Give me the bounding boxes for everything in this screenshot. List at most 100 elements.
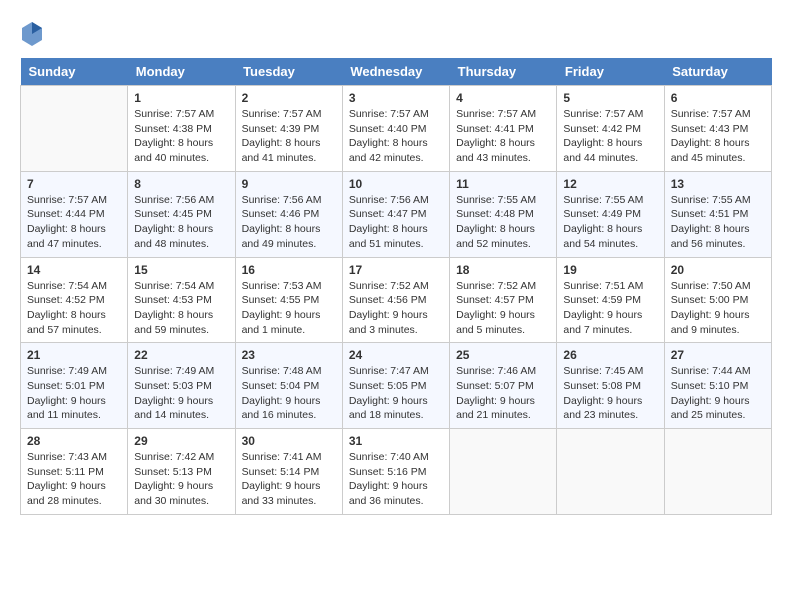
day-info: Sunrise: 7:57 AM Sunset: 4:41 PM Dayligh… — [456, 107, 550, 166]
day-info: Sunrise: 7:57 AM Sunset: 4:42 PM Dayligh… — [563, 107, 657, 166]
calendar-cell: 14 Sunrise: 7:54 AM Sunset: 4:52 PM Dayli… — [21, 257, 128, 343]
day-info: Sunrise: 7:48 AM Sunset: 5:04 PM Dayligh… — [242, 364, 336, 423]
day-info: Sunrise: 7:44 AM Sunset: 5:10 PM Dayligh… — [671, 364, 765, 423]
calendar-cell: 8 Sunrise: 7:56 AM Sunset: 4:45 PM Daylig… — [128, 171, 235, 257]
day-info: Sunrise: 7:56 AM Sunset: 4:45 PM Dayligh… — [134, 193, 228, 252]
day-info: Sunrise: 7:56 AM Sunset: 4:47 PM Dayligh… — [349, 193, 443, 252]
calendar-cell: 13Sunrise: 7:55 AM Sunset: 4:51 PM Dayli… — [664, 171, 771, 257]
day-number: 14 — [27, 263, 121, 277]
day-info: Sunrise: 7:52 AM Sunset: 4:56 PM Dayligh… — [349, 279, 443, 338]
day-info: Sunrise: 7:46 AM Sunset: 5:07 PM Dayligh… — [456, 364, 550, 423]
calendar-cell: 21 Sunrise: 7:49 AM Sunset: 5:01 PM Dayli… — [21, 343, 128, 429]
calendar-cell: 19Sunrise: 7:51 AM Sunset: 4:59 PM Dayli… — [557, 257, 664, 343]
day-number: 25 — [456, 348, 550, 362]
calendar-cell: 24 Sunrise: 7:47 AM Sunset: 5:05 PM Dayli… — [342, 343, 449, 429]
calendar-cell — [664, 429, 771, 515]
calendar-cell — [21, 86, 128, 172]
day-number: 7 — [27, 177, 121, 191]
calendar-cell: 30Sunrise: 7:41 AM Sunset: 5:14 PM Dayli… — [235, 429, 342, 515]
day-info: Sunrise: 7:57 AM Sunset: 4:44 PM Dayligh… — [27, 193, 121, 252]
day-number: 20 — [671, 263, 765, 277]
calendar-cell: 18Sunrise: 7:52 AM Sunset: 4:57 PM Dayli… — [450, 257, 557, 343]
day-of-week-header: Sunday — [21, 58, 128, 86]
day-info: Sunrise: 7:50 AM Sunset: 5:00 PM Dayligh… — [671, 279, 765, 338]
day-of-week-header: Wednesday — [342, 58, 449, 86]
calendar-cell: 16 Sunrise: 7:53 AM Sunset: 4:55 PM Dayli… — [235, 257, 342, 343]
day-info: Sunrise: 7:53 AM Sunset: 4:55 PM Dayligh… — [242, 279, 336, 338]
day-info: Sunrise: 7:54 AM Sunset: 4:52 PM Dayligh… — [27, 279, 121, 338]
calendar-cell: 15 Sunrise: 7:54 AM Sunset: 4:53 PM Dayli… — [128, 257, 235, 343]
day-number: 21 — [27, 348, 121, 362]
day-info: Sunrise: 7:49 AM Sunset: 5:03 PM Dayligh… — [134, 364, 228, 423]
calendar-cell: 1 Sunrise: 7:57 AM Sunset: 4:38 PM Daylig… — [128, 86, 235, 172]
calendar-week-row: 1 Sunrise: 7:57 AM Sunset: 4:38 PM Daylig… — [21, 86, 772, 172]
day-of-week-header: Tuesday — [235, 58, 342, 86]
day-info: Sunrise: 7:45 AM Sunset: 5:08 PM Dayligh… — [563, 364, 657, 423]
day-info: Sunrise: 7:41 AM Sunset: 5:14 PM Dayligh… — [242, 450, 336, 509]
logo — [20, 20, 48, 48]
day-number: 4 — [456, 91, 550, 105]
day-number: 16 — [242, 263, 336, 277]
day-number: 12 — [563, 177, 657, 191]
day-number: 13 — [671, 177, 765, 191]
day-number: 1 — [134, 91, 228, 105]
day-info: Sunrise: 7:57 AM Sunset: 4:40 PM Dayligh… — [349, 107, 443, 166]
day-number: 5 — [563, 91, 657, 105]
day-info: Sunrise: 7:49 AM Sunset: 5:01 PM Dayligh… — [27, 364, 121, 423]
day-number: 11 — [456, 177, 550, 191]
day-number: 9 — [242, 177, 336, 191]
day-of-week-header: Friday — [557, 58, 664, 86]
day-number: 8 — [134, 177, 228, 191]
calendar-cell: 31 Sunrise: 7:40 AM Sunset: 5:16 PM Dayli… — [342, 429, 449, 515]
day-number: 28 — [27, 434, 121, 448]
day-info: Sunrise: 7:55 AM Sunset: 4:48 PM Dayligh… — [456, 193, 550, 252]
day-info: Sunrise: 7:57 AM Sunset: 4:38 PM Dayligh… — [134, 107, 228, 166]
logo-icon — [20, 20, 44, 48]
calendar-week-row: 28 Sunrise: 7:43 AM Sunset: 5:11 PM Dayli… — [21, 429, 772, 515]
calendar-cell: 28 Sunrise: 7:43 AM Sunset: 5:11 PM Dayli… — [21, 429, 128, 515]
calendar-cell: 4 Sunrise: 7:57 AM Sunset: 4:41 PM Daylig… — [450, 86, 557, 172]
day-number: 10 — [349, 177, 443, 191]
calendar-cell: 12 Sunrise: 7:55 AM Sunset: 4:49 PM Dayli… — [557, 171, 664, 257]
day-info: Sunrise: 7:55 AM Sunset: 4:49 PM Dayligh… — [563, 193, 657, 252]
calendar-cell: 6 Sunrise: 7:57 AM Sunset: 4:43 PM Daylig… — [664, 86, 771, 172]
day-info: Sunrise: 7:40 AM Sunset: 5:16 PM Dayligh… — [349, 450, 443, 509]
calendar-cell: 20 Sunrise: 7:50 AM Sunset: 5:00 PM Dayli… — [664, 257, 771, 343]
calendar-cell: 2Sunrise: 7:57 AM Sunset: 4:39 PM Daylig… — [235, 86, 342, 172]
day-number: 6 — [671, 91, 765, 105]
calendar-week-row: 21 Sunrise: 7:49 AM Sunset: 5:01 PM Dayli… — [21, 343, 772, 429]
calendar-cell: 26 Sunrise: 7:45 AM Sunset: 5:08 PM Dayli… — [557, 343, 664, 429]
calendar-cell: 11 Sunrise: 7:55 AM Sunset: 4:48 PM Dayli… — [450, 171, 557, 257]
day-number: 23 — [242, 348, 336, 362]
calendar-table: SundayMondayTuesdayWednesdayThursdayFrid… — [20, 58, 772, 515]
day-number: 31 — [349, 434, 443, 448]
day-info: Sunrise: 7:43 AM Sunset: 5:11 PM Dayligh… — [27, 450, 121, 509]
calendar-week-row: 14 Sunrise: 7:54 AM Sunset: 4:52 PM Dayli… — [21, 257, 772, 343]
calendar-week-row: 7 Sunrise: 7:57 AM Sunset: 4:44 PM Daylig… — [21, 171, 772, 257]
day-info: Sunrise: 7:57 AM Sunset: 4:43 PM Dayligh… — [671, 107, 765, 166]
day-number: 19 — [563, 263, 657, 277]
day-info: Sunrise: 7:52 AM Sunset: 4:57 PM Dayligh… — [456, 279, 550, 338]
day-info: Sunrise: 7:57 AM Sunset: 4:39 PM Dayligh… — [242, 107, 336, 166]
page-header — [20, 20, 772, 48]
calendar-cell: 27 Sunrise: 7:44 AM Sunset: 5:10 PM Dayli… — [664, 343, 771, 429]
calendar-header-row: SundayMondayTuesdayWednesdayThursdayFrid… — [21, 58, 772, 86]
day-number: 17 — [349, 263, 443, 277]
day-number: 15 — [134, 263, 228, 277]
day-info: Sunrise: 7:47 AM Sunset: 5:05 PM Dayligh… — [349, 364, 443, 423]
day-info: Sunrise: 7:54 AM Sunset: 4:53 PM Dayligh… — [134, 279, 228, 338]
day-info: Sunrise: 7:56 AM Sunset: 4:46 PM Dayligh… — [242, 193, 336, 252]
day-number: 26 — [563, 348, 657, 362]
day-number: 24 — [349, 348, 443, 362]
day-number: 27 — [671, 348, 765, 362]
day-info: Sunrise: 7:42 AM Sunset: 5:13 PM Dayligh… — [134, 450, 228, 509]
calendar-cell: 25 Sunrise: 7:46 AM Sunset: 5:07 PM Dayli… — [450, 343, 557, 429]
calendar-cell: 3Sunrise: 7:57 AM Sunset: 4:40 PM Daylig… — [342, 86, 449, 172]
day-of-week-header: Thursday — [450, 58, 557, 86]
day-number: 22 — [134, 348, 228, 362]
calendar-cell: 23 Sunrise: 7:48 AM Sunset: 5:04 PM Dayli… — [235, 343, 342, 429]
calendar-cell — [450, 429, 557, 515]
calendar-cell: 29Sunrise: 7:42 AM Sunset: 5:13 PM Dayli… — [128, 429, 235, 515]
day-of-week-header: Saturday — [664, 58, 771, 86]
calendar-cell — [557, 429, 664, 515]
